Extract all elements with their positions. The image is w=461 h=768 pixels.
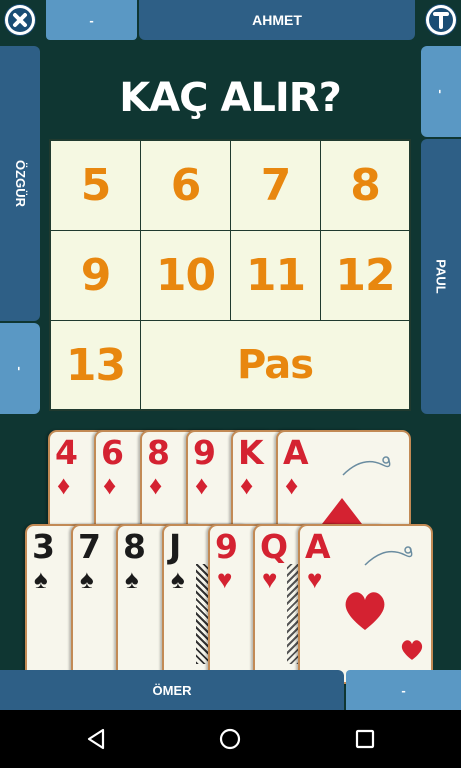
close-icon <box>5 5 35 35</box>
back-icon[interactable] <box>84 727 108 751</box>
bottom-player-name: ÖMER <box>0 670 344 710</box>
home-icon[interactable] <box>218 727 242 751</box>
top-player-bid: - <box>46 0 137 40</box>
face-card-art <box>196 564 208 664</box>
bid-option-8[interactable]: 8 <box>320 140 410 231</box>
left-player-bid: - <box>0 323 40 414</box>
card-ornament-icon <box>342 456 391 476</box>
bid-option-6[interactable]: 6 <box>140 140 231 231</box>
heart-suit-small-icon <box>401 640 423 660</box>
bid-option-pass[interactable]: Pas <box>140 320 410 410</box>
right-player-name: PAUL <box>421 139 461 414</box>
system-nav-bar <box>0 710 461 768</box>
t-button[interactable] <box>425 4 457 36</box>
bid-prompt-title: KAÇ ALIR? <box>119 75 342 121</box>
bid-option-11[interactable]: 11 <box>230 230 321 321</box>
bid-grid: 5 6 7 8 9 10 11 12 13 Pas <box>49 139 411 411</box>
bid-option-12[interactable]: 12 <box>320 230 410 321</box>
bottom-player-bid: - <box>346 670 461 710</box>
right-player-bid: - <box>421 46 461 137</box>
bid-option-5[interactable]: 5 <box>50 140 141 231</box>
close-button[interactable] <box>4 4 36 36</box>
player-hand: 4 ♦ 6 ♦ 8 ♦ 9 ♦ K ♦ A ♦ 3 ♠ 7 ♠ 8 ♠ J ♠ 9 ♥ Q ♥ A ♥ <box>0 430 461 684</box>
bid-option-13[interactable]: 13 <box>50 320 141 410</box>
card-ornament-icon <box>364 546 413 566</box>
bid-option-10[interactable]: 10 <box>140 230 231 321</box>
heart-suit-icon <box>345 592 385 630</box>
recents-icon[interactable] <box>353 727 377 751</box>
card[interactable]: A ♥ <box>298 524 433 684</box>
bid-option-7[interactable]: 7 <box>230 140 321 231</box>
left-player-name: ÖZGÜR <box>0 46 40 321</box>
t-icon <box>426 5 456 35</box>
top-player-name: AHMET <box>139 0 415 40</box>
bid-option-9[interactable]: 9 <box>50 230 141 321</box>
